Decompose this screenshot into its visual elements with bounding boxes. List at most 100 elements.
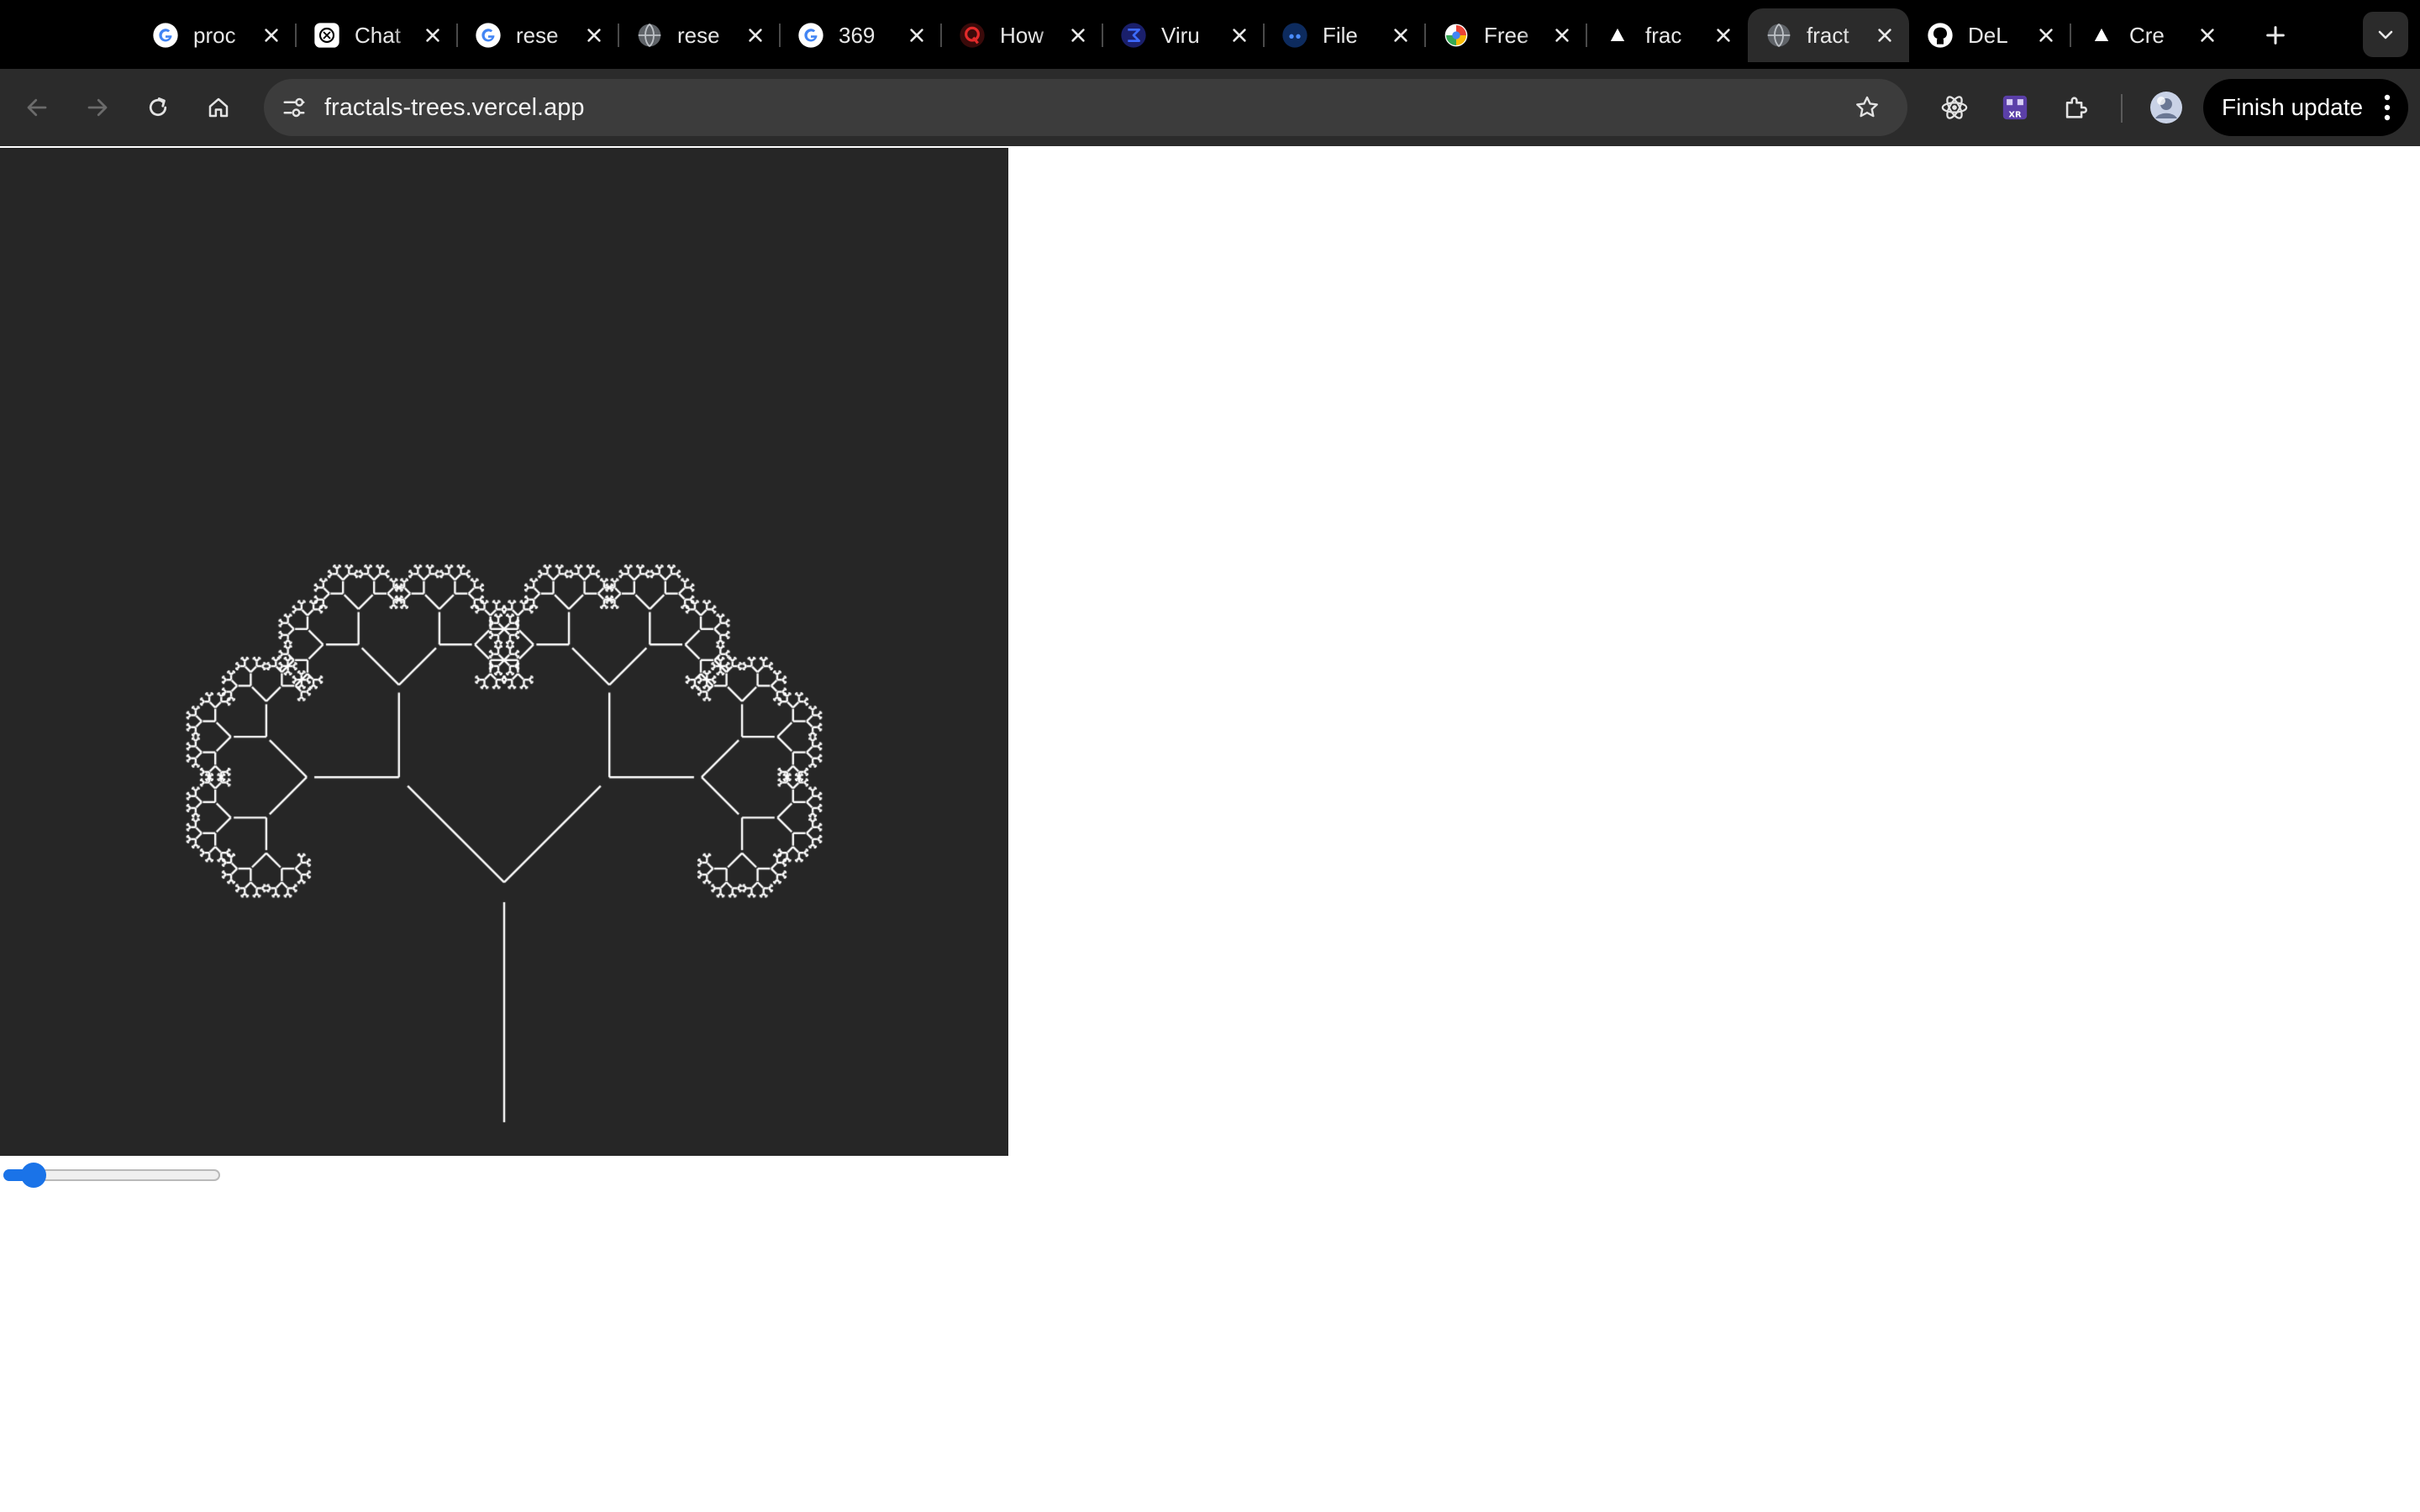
close-icon: [587, 29, 601, 42]
close-icon: [2039, 29, 2053, 42]
tab-close-button[interactable]: [259, 23, 284, 48]
avatar: [2150, 92, 2182, 123]
tab-title: rese: [516, 22, 559, 48]
close-icon: [749, 29, 762, 42]
arrow-left-icon: [27, 98, 47, 117]
tab-close-button[interactable]: [1549, 23, 1575, 48]
close-icon: [265, 29, 278, 42]
address-bar[interactable]: fractals-trees.vercel.app: [264, 79, 1907, 136]
vercel-icon: [2087, 21, 2116, 50]
vercel-icon: [1603, 21, 1632, 50]
quora-icon: [958, 21, 986, 50]
branch-angle-slider[interactable]: [3, 1161, 222, 1189]
xr-icon: XR: [2002, 95, 2028, 119]
file-converter-icon: [1281, 21, 1309, 50]
close-icon: [2201, 29, 2214, 42]
browser-tab[interactable]: frac: [1586, 8, 1748, 62]
virustotal-icon: [1119, 21, 1148, 50]
browser-tab[interactable]: DeL: [1909, 8, 2071, 62]
plus-icon: [2266, 26, 2285, 45]
google-icon: [474, 21, 502, 50]
google-icon: [151, 21, 180, 50]
close-icon: [426, 29, 439, 42]
browser-tab[interactable]: rese: [618, 8, 781, 62]
extensions-button[interactable]: [2054, 86, 2097, 129]
slider-thumb[interactable]: [20, 1163, 46, 1188]
tab-search-dropdown-button[interactable]: [2363, 12, 2408, 57]
colorful-swirl-icon: [1442, 21, 1470, 50]
back-button[interactable]: [15, 86, 59, 129]
home-button[interactable]: [197, 86, 240, 129]
tab-close-button[interactable]: [1711, 23, 1736, 48]
tab-close-button[interactable]: [2033, 23, 2059, 48]
tab-close-button[interactable]: [2195, 23, 2220, 48]
github-icon: [1926, 21, 1954, 50]
close-icon: [1878, 29, 1891, 42]
tab-title: Chat: [355, 22, 401, 48]
more-vertical-icon: [2384, 94, 2391, 121]
tab-title: fract: [1807, 22, 1849, 48]
tab-title: frac: [1645, 22, 1682, 48]
globe-icon: [635, 21, 664, 50]
google-icon: [797, 21, 825, 50]
toolbar-divider: [2121, 94, 2123, 123]
tab-close-button[interactable]: [1388, 23, 1413, 48]
tab-close-button[interactable]: [581, 23, 607, 48]
tab-strip: proc Chat rese rese 369 How Viru File Free frac fr…: [0, 0, 2420, 69]
react-devtools-extension-button[interactable]: [1933, 86, 1976, 129]
close-icon: [1233, 29, 1246, 42]
page-content: [0, 146, 2420, 1512]
tune-icon: [283, 97, 305, 118]
slider-fill: [3, 1169, 24, 1181]
browser-tab[interactable]: Free: [1425, 8, 1587, 62]
tab-close-button[interactable]: [904, 23, 929, 48]
browser-tab[interactable]: 369: [780, 8, 942, 62]
browser-tab[interactable]: rese: [457, 8, 619, 62]
browser-tab[interactable]: File: [1264, 8, 1426, 62]
browser-tab[interactable]: proc: [134, 8, 297, 62]
chatgpt-icon: [313, 21, 341, 50]
new-tab-button[interactable]: [2254, 13, 2297, 57]
url-text[interactable]: fractals-trees.vercel.app: [324, 79, 584, 136]
browser-tab[interactable]: Viru: [1102, 8, 1265, 62]
finish-update-label: Finish update: [2222, 94, 2364, 120]
tab-title: 369: [839, 22, 876, 48]
tab-title: rese: [677, 22, 720, 48]
star-icon: [1856, 96, 1878, 118]
home-icon: [208, 97, 229, 118]
finish-update-button[interactable]: Finish update: [2203, 79, 2408, 136]
profile-button[interactable]: [2144, 86, 2188, 129]
chevron-down-icon: [2378, 30, 2393, 39]
reload-button[interactable]: [136, 86, 180, 129]
tab-title: DeL: [1968, 22, 2008, 48]
tab-close-button[interactable]: [1227, 23, 1252, 48]
tabs-row: proc Chat rese rese 369 How Viru File Free frac fr…: [134, 8, 2297, 62]
browser-tab[interactable]: Chat: [296, 8, 458, 62]
close-icon: [910, 29, 923, 42]
bookmark-button[interactable]: [1847, 87, 1887, 128]
tab-title: proc: [193, 22, 236, 48]
tab-close-button[interactable]: [1065, 23, 1091, 48]
tab-title: How: [1000, 22, 1044, 48]
close-icon: [1555, 29, 1569, 42]
close-icon: [1717, 29, 1730, 42]
browser-tab[interactable]: How: [941, 8, 1103, 62]
browser-tab[interactable]: Cre: [2070, 8, 2232, 62]
browser-tab[interactable]: fract: [1748, 8, 1909, 62]
tab-close-button[interactable]: [420, 23, 445, 48]
react-atom-icon: [1941, 96, 1968, 119]
forward-button[interactable]: [76, 86, 119, 129]
tab-title: Cre: [2129, 22, 2165, 48]
arrow-right-icon: [87, 98, 108, 117]
puzzle-piece-icon: [2065, 97, 2087, 118]
svg-text:XR: XR: [2008, 110, 2022, 119]
globe-icon: [1765, 21, 1793, 50]
browser-toolbar: fractals-trees.vercel.app XR Finish upda…: [0, 69, 2420, 146]
tab-title: File: [1323, 22, 1358, 48]
site-info-button[interactable]: [272, 86, 316, 129]
fractal-tree-canvas: [0, 148, 1008, 1156]
close-icon: [1394, 29, 1407, 42]
tab-close-button[interactable]: [1872, 23, 1897, 48]
webxr-extension-button[interactable]: XR: [1993, 86, 2037, 129]
tab-close-button[interactable]: [743, 23, 768, 48]
